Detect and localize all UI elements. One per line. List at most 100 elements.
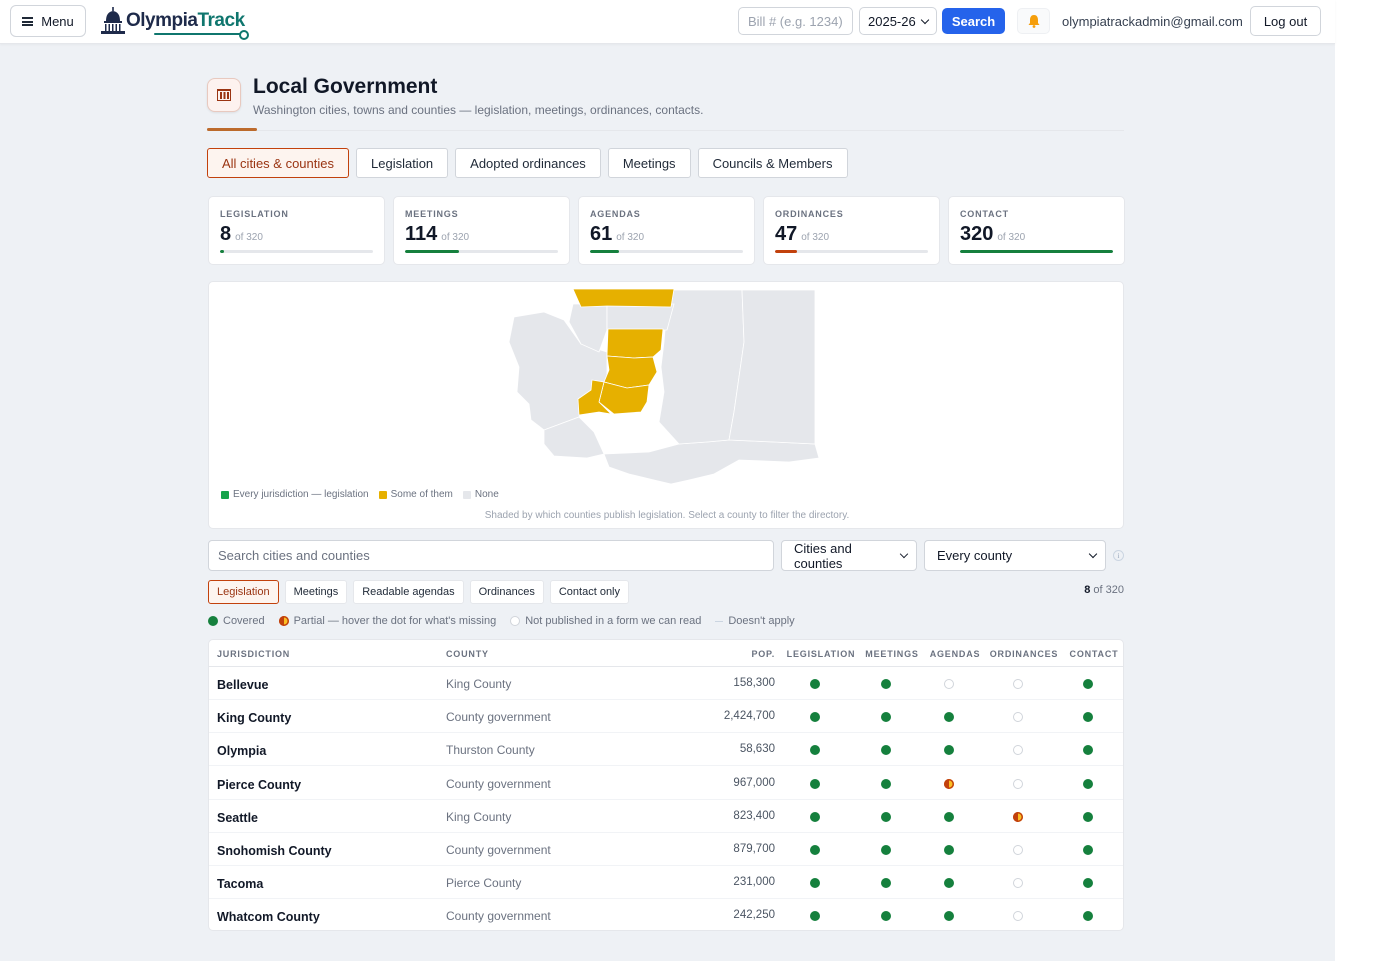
title-accent [207,128,257,131]
covered-dot-icon[interactable] [810,712,820,723]
chip-legislation[interactable]: Legislation [208,580,279,604]
population: 879,700 [733,843,775,855]
covered-dot-icon[interactable] [810,845,820,855]
search-button[interactable]: Search [942,8,1005,34]
menu-button[interactable]: Menu [10,5,86,37]
info-icon[interactable]: i [1113,550,1124,561]
washington-county-map[interactable] [209,282,1125,487]
empty-dot-icon[interactable] [1013,712,1023,723]
covered-dot-icon[interactable] [944,911,954,922]
table-row[interactable]: Olympia Thurston County 58,630 [209,733,1123,767]
covered-dot-icon[interactable] [881,878,891,889]
covered-dot-icon[interactable] [944,878,954,889]
jurisdiction-name[interactable]: Whatcom County [217,910,320,924]
stat-total: of 320 [616,232,645,243]
column-header[interactable]: COUNTY [446,649,489,659]
stat-card-legislation[interactable]: LEGISLATION 8 of 320 [208,196,385,265]
jurisdiction-name[interactable]: Pierce County [217,778,301,792]
column-header[interactable]: AGENDAS [915,649,995,659]
tab-adopted-ordinances[interactable]: Adopted ordinances [455,148,601,178]
table-row[interactable]: Bellevue King County 158,300 [209,667,1123,700]
covered-dot-icon[interactable] [810,811,820,822]
stat-value: 114 [405,223,438,245]
jurisdiction-name[interactable]: Bellevue [217,678,268,692]
covered-dot-icon[interactable] [810,878,820,889]
stat-total: of 320 [235,232,263,243]
covered-dot-icon[interactable] [944,811,954,822]
stat-card-agendas[interactable]: AGENDAS 61 of 320 [578,196,755,265]
covered-dot-icon[interactable] [810,679,820,689]
tab-legislation[interactable]: Legislation [356,148,449,178]
covered-dot-icon[interactable] [881,911,891,922]
jurisdiction-name[interactable]: Seattle [217,811,258,825]
covered-dot-icon[interactable] [881,745,891,756]
bill-number-input[interactable] [738,7,853,35]
jurisdiction-name[interactable]: Tacoma [217,877,263,891]
column-header[interactable]: LEGISLATION [781,649,861,659]
status-key: Covered Partial — hover the dot for what… [208,615,795,627]
covered-dot-icon[interactable] [881,679,891,689]
covered-dot-icon[interactable] [1083,778,1093,789]
jurisdiction-search-input[interactable] [208,540,774,571]
stat-card-contact[interactable]: CONTACT 320 of 320 [948,196,1125,265]
logout-button[interactable]: Log out [1250,6,1321,36]
empty-dot-icon[interactable] [1013,878,1023,889]
county-columbia-river [603,439,820,485]
column-header[interactable]: JURISDICTION [217,649,290,659]
tab-all-cities-counties[interactable]: All cities & counties [207,148,349,178]
chip-contact-only[interactable]: Contact only [549,580,630,604]
column-header[interactable]: POP. [689,649,775,659]
session-select[interactable]: 2025-26 [859,7,937,35]
olympiatrack-logo[interactable]: OlympiaTrack [100,4,249,40]
covered-dot-icon[interactable] [810,745,820,756]
covered-dot-icon[interactable] [810,911,820,922]
table-row[interactable]: Tacoma Pierce County 231,000 [209,866,1123,900]
jurisdiction-type-value: Cities and counties [794,540,852,571]
covered-dot-icon[interactable] [1083,878,1093,889]
table-row[interactable]: Seattle King County 823,400 [209,800,1123,833]
tab-councils-members[interactable]: Councils & Members [697,148,848,178]
table-row[interactable]: Whatcom County County government 242,250 [209,899,1123,930]
jurisdiction-name[interactable]: Olympia [217,744,266,758]
empty-dot-icon[interactable] [1013,745,1023,756]
bell-icon[interactable] [1017,8,1050,34]
covered-dot-icon[interactable] [881,845,891,855]
partial-dot-icon[interactable] [944,778,954,789]
county-select[interactable]: Every county [924,540,1106,571]
tab-meetings[interactable]: Meetings [607,148,691,178]
column-header[interactable]: ORDINANCES [984,649,1064,659]
county-name: Thurston County [446,743,535,758]
covered-dot-icon[interactable] [881,712,891,723]
empty-dot-icon[interactable] [1013,911,1023,922]
chip-ordinances[interactable]: Ordinances [469,580,544,604]
covered-dot-icon[interactable] [1083,679,1093,689]
table-row[interactable]: Snohomish County County government 879,700 [209,833,1123,866]
empty-dot-icon[interactable] [1013,778,1023,789]
chip-meetings[interactable]: Meetings [284,580,348,604]
covered-dot-icon[interactable] [881,778,891,789]
table-row[interactable]: King County County government 2,424,700 [209,700,1123,734]
chip-readable-agendas[interactable]: Readable agendas [353,580,464,604]
stat-progress-bar [960,250,1113,253]
covered-dot-icon[interactable] [944,745,954,756]
column-header[interactable]: CONTACT [1054,649,1123,659]
table-row[interactable]: Pierce County County government 967,000 [209,767,1123,800]
empty-dot-icon[interactable] [944,679,954,689]
covered-dot-icon[interactable] [1083,712,1093,723]
jurisdiction-type-select[interactable]: Cities and counties [781,540,917,571]
stat-card-ordinances[interactable]: ORDINANCES 47 of 320 [763,196,940,265]
partial-dot-icon[interactable] [1013,811,1023,822]
empty-dot-icon[interactable] [1013,845,1023,855]
covered-dot-icon[interactable] [1083,845,1093,855]
covered-dot-icon[interactable] [1083,811,1093,822]
jurisdiction-name[interactable]: King County [217,711,291,725]
covered-dot-icon[interactable] [1083,911,1093,922]
covered-dot-icon[interactable] [810,778,820,789]
covered-dot-icon[interactable] [1083,745,1093,756]
covered-dot-icon[interactable] [881,811,891,822]
covered-dot-icon[interactable] [944,845,954,855]
jurisdiction-name[interactable]: Snohomish County [217,844,332,858]
stat-card-meetings[interactable]: MEETINGS 114 of 320 [393,196,570,265]
empty-dot-icon[interactable] [1013,679,1023,689]
covered-dot-icon[interactable] [944,712,954,723]
